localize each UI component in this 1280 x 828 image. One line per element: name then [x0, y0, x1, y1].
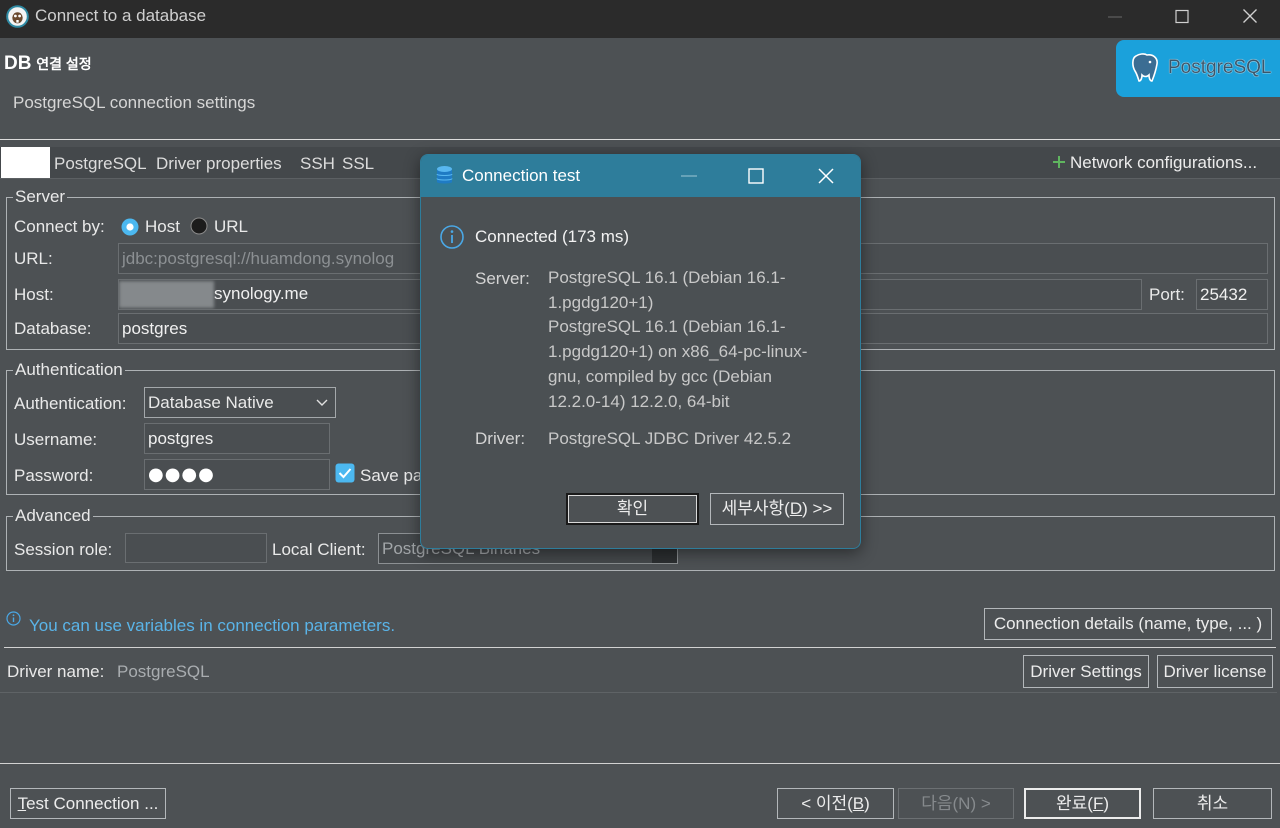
radio-url-label[interactable]: URL	[214, 216, 248, 238]
host-label: Host:	[14, 285, 54, 304]
server-info-value: PostgreSQL 16.1 (Debian 16.1- 1.pgdg120+…	[548, 266, 848, 414]
variables-info-text: You can use variables in connection para…	[29, 616, 396, 635]
driver-panel-bottom-border	[0, 692, 1277, 693]
connection-status: Connected (173 ms)	[475, 227, 630, 246]
header-separator	[0, 139, 1280, 140]
window-titlebar: Connect to a database	[0, 0, 1280, 38]
dialog-info-icon	[440, 225, 464, 249]
cancel-button[interactable]: 취소	[1153, 788, 1272, 819]
server-group-label: Server	[13, 186, 68, 208]
tab-main[interactable]	[1, 147, 50, 178]
server-info-line: PostgreSQL 16.1 (Debian 16.1-	[548, 317, 786, 337]
app-icon	[6, 5, 29, 28]
window-title: Connect to a database	[35, 6, 207, 25]
connection-test-dialog: Connection test Connected (173 ms) Serve…	[420, 154, 861, 549]
close-icon[interactable]	[1233, 2, 1267, 32]
host-value: synology.me	[214, 284, 309, 303]
server-info-line: PostgreSQL 16.1 (Debian 16.1-	[548, 268, 786, 287]
port-field[interactable]: 25432	[1196, 279, 1268, 310]
dialog-titlebar: Connection test	[421, 155, 860, 197]
server-info-line: 1.pgdg120+1) on x86_64-pc-linux-	[548, 342, 808, 362]
details-label: 세부사항(D) >>	[721, 499, 833, 518]
database-icon	[436, 165, 453, 186]
finish-button[interactable]: 완료(F)	[1024, 788, 1141, 819]
next-button[interactable]: 다음(N) >	[898, 788, 1014, 819]
username-label: Username:	[14, 430, 98, 449]
test-connection-label: Test Connection ...	[17, 793, 159, 813]
server-info-line: 12.2.0-14) 12.2.0, 64-bit	[548, 391, 730, 411]
network-configurations-button[interactable]: Network configurations...	[1050, 151, 1276, 175]
url-label: URL:	[14, 249, 53, 268]
dialog-minimize-icon[interactable]	[673, 161, 705, 191]
page-title-db: DB	[4, 53, 32, 74]
password-field[interactable]: ●●●●	[144, 459, 330, 490]
driver-name-value: PostgreSQL	[117, 662, 210, 681]
driver-settings-button[interactable]: Driver Settings	[1023, 655, 1149, 688]
tab-driver-properties[interactable]: Driver properties	[156, 153, 282, 175]
authentication-group-label: Authentication	[13, 359, 125, 381]
page-title-korean: 연결 설정	[36, 56, 92, 72]
details-button[interactable]: 세부사항(D) >>	[710, 493, 844, 525]
logo-text: PostgreSQL	[1168, 57, 1272, 78]
radio-host[interactable]	[121, 218, 139, 236]
dialog-close-icon[interactable]	[810, 161, 842, 191]
minimize-icon[interactable]	[1098, 2, 1132, 32]
header: DB 연결 설정 PostgreSQL connection settings …	[0, 38, 1280, 138]
dialog-maximize-icon[interactable]	[740, 161, 772, 191]
authentication-select[interactable]: Database Native	[144, 387, 336, 418]
tab-postgresql[interactable]: PostgreSQL	[54, 153, 147, 175]
radio-host-label[interactable]: Host	[145, 216, 180, 238]
save-password-checkbox[interactable]	[335, 463, 355, 483]
page-subtitle: PostgreSQL connection settings	[13, 93, 256, 112]
plus-icon	[1052, 154, 1066, 168]
footer-separator	[0, 763, 1280, 764]
server-info-line: gnu, compiled by gcc (Debian	[548, 366, 772, 386]
chevron-down-icon	[315, 395, 329, 409]
tab-ssh[interactable]: SSH	[300, 153, 335, 175]
connection-details-button[interactable]: Connection details (name, type, ... )	[984, 608, 1272, 640]
connect-by-label: Connect by:	[14, 217, 105, 236]
driver-name-label: Driver name:	[7, 662, 105, 681]
local-client-label: Local Client:	[272, 540, 366, 559]
authentication-label: Authentication:	[14, 394, 127, 413]
maximize-icon[interactable]	[1165, 2, 1199, 32]
save-password-label[interactable]: Save pa	[360, 465, 422, 487]
advanced-group-label: Advanced	[13, 505, 93, 527]
driver-separator	[4, 647, 1276, 648]
authentication-select-value: Database Native	[148, 393, 274, 412]
server-info-line: 1.pgdg120+1)	[548, 292, 654, 312]
tab-ssl[interactable]: SSL	[342, 153, 374, 175]
page-title: DB 연결 설정	[4, 52, 92, 76]
radio-url[interactable]	[190, 217, 208, 235]
driver-info-value: PostgreSQL JDBC Driver 42.5.2	[548, 429, 792, 448]
session-role-field[interactable]	[125, 533, 267, 563]
server-info-label: Server:	[475, 269, 530, 288]
redacted-block	[119, 281, 214, 308]
back-label: < 이전(B)	[801, 793, 870, 813]
dialog-title: Connection test	[462, 166, 581, 185]
finish-label: 완료(F)	[1055, 793, 1109, 813]
username-field[interactable]: postgres	[144, 423, 330, 454]
driver-license-button[interactable]: Driver license	[1157, 655, 1273, 688]
elephant-icon	[1129, 50, 1163, 84]
test-connection-button[interactable]: Test Connection ...	[10, 788, 166, 819]
ok-button[interactable]: 확인	[566, 493, 699, 525]
postgresql-logo: PostgreSQL	[1116, 40, 1280, 97]
port-label: Port:	[1149, 285, 1185, 304]
back-button[interactable]: < 이전(B)	[777, 788, 894, 819]
driver-info-label: Driver:	[475, 429, 526, 448]
info-icon	[6, 611, 21, 626]
password-label: Password:	[14, 466, 94, 485]
network-configurations-label: Network configurations...	[1070, 153, 1258, 172]
session-role-label: Session role:	[14, 540, 113, 559]
database-label: Database:	[14, 319, 92, 338]
